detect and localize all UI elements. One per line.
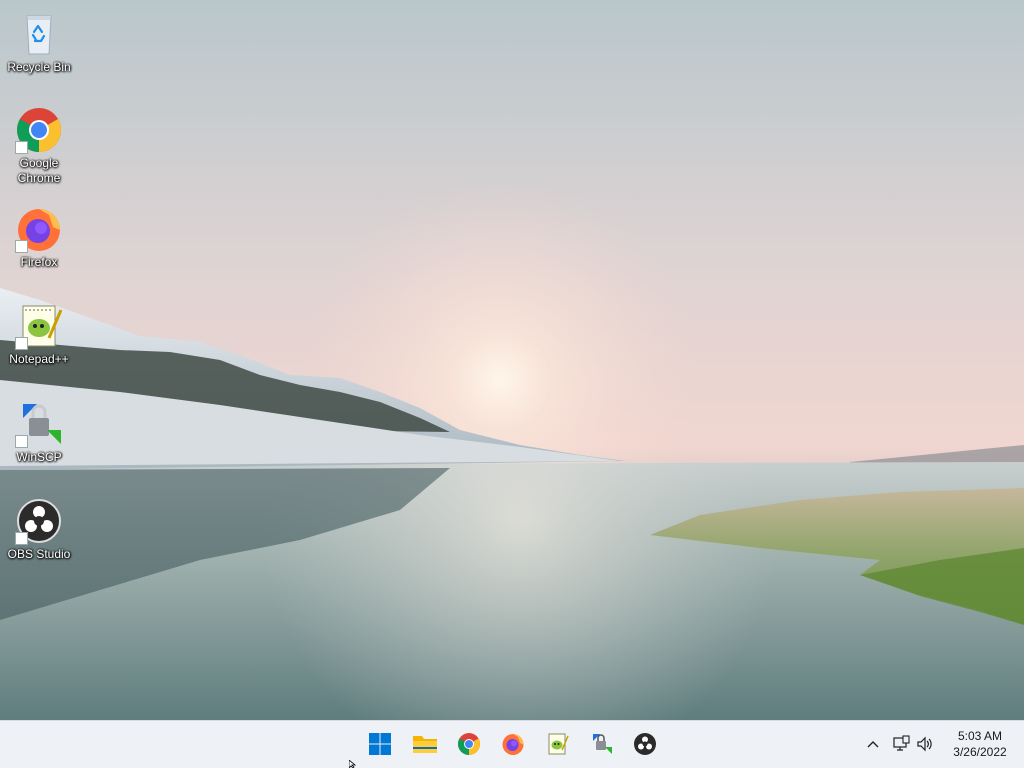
desktop-icon-label: OBS Studio (7, 547, 71, 561)
desktop-icon-label: Firefox (20, 255, 58, 269)
firefox-icon (15, 205, 63, 253)
desktop-icon-firefox[interactable]: Firefox (4, 205, 74, 270)
desktop-icon-recycle-bin[interactable]: Recycle Bin (4, 10, 74, 75)
winscp-icon (15, 400, 63, 448)
shortcut-arrow-icon (15, 532, 28, 545)
desktop[interactable]: Recycle Bin Google Chrome Firefox Notepa… (0, 0, 1024, 720)
shortcut-arrow-icon (15, 141, 28, 154)
chrome-icon (458, 733, 480, 755)
obs-studio-icon (634, 733, 656, 755)
notepad-plus-plus-icon (15, 302, 63, 350)
volume-button[interactable] (915, 734, 935, 754)
clock-date: 3/26/2022 (953, 745, 1007, 759)
desktop-icon-label: Google Chrome (17, 156, 61, 185)
clock-time: 5:03 AM (957, 729, 1003, 743)
mouse-pointer-icon (349, 760, 357, 768)
shortcut-arrow-icon (15, 240, 28, 253)
wallpaper (0, 0, 1024, 720)
desktop-icon-obs-studio[interactable]: OBS Studio (4, 497, 74, 562)
shortcut-arrow-icon (15, 435, 28, 448)
notepad-plus-plus-icon (548, 733, 569, 755)
taskbar-chrome[interactable] (454, 729, 484, 759)
windows-start-icon (369, 733, 391, 755)
desktop-icon-label: Notepad++ (9, 352, 69, 366)
taskbar-notepad-plus-plus[interactable] (542, 729, 572, 759)
clock[interactable]: 5:03 AM 3/26/2022 (940, 728, 1020, 760)
taskbar-file-explorer[interactable] (410, 729, 440, 759)
start-button[interactable] (365, 729, 395, 759)
taskbar-obs-studio[interactable] (630, 729, 660, 759)
desktop-icon-notepad-plus-plus[interactable]: Notepad++ (4, 302, 74, 367)
recycle-bin-icon (15, 10, 63, 58)
shortcut-arrow-icon (15, 337, 28, 350)
firefox-icon (502, 734, 524, 755)
chevron-up-icon (867, 741, 879, 748)
network-icon (893, 735, 910, 751)
taskbar: 5:03 AM 3/26/2022 (0, 720, 1024, 768)
desktop-icon-winscp[interactable]: WinSCP (4, 400, 74, 465)
desktop-icon-label: WinSCP (16, 450, 62, 464)
winscp-icon (593, 734, 612, 754)
desktop-icon-label: Recycle Bin (7, 60, 71, 74)
file-explorer-icon (413, 736, 437, 753)
volume-icon (917, 736, 932, 752)
chrome-icon (15, 106, 63, 154)
show-hidden-icons-button[interactable] (864, 735, 882, 753)
taskbar-winscp[interactable] (586, 729, 616, 759)
network-status-button[interactable] (891, 734, 911, 754)
desktop-icon-google-chrome[interactable]: Google Chrome (4, 106, 74, 186)
taskbar-firefox[interactable] (498, 729, 528, 759)
obs-studio-icon (15, 497, 63, 545)
